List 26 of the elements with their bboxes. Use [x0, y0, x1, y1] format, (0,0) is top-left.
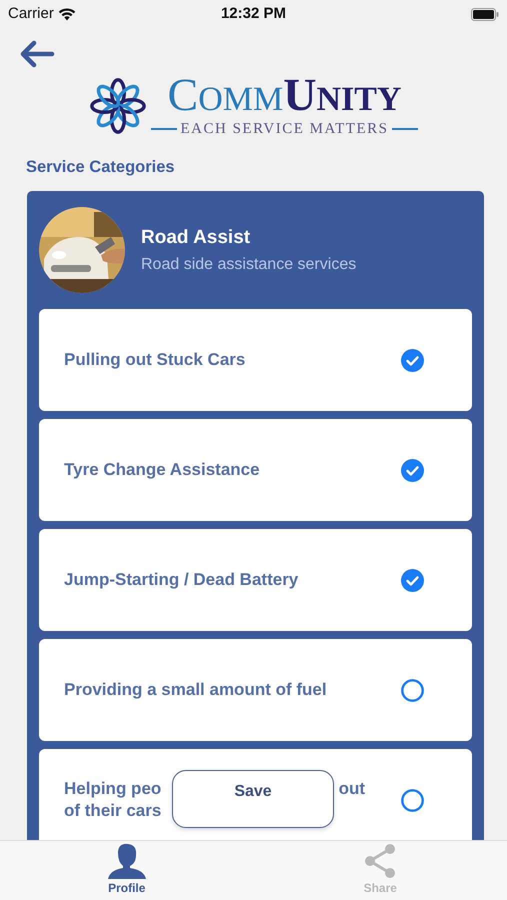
service-option[interactable]: Pulling out Stuck Cars: [39, 309, 472, 412]
service-label: Jump-Starting / Dead Battery: [64, 569, 300, 592]
section-title: Service Categories: [26, 156, 176, 178]
category-title: Road Assist: [141, 226, 252, 250]
service-option[interactable]: Tyre Change Assistance: [39, 419, 472, 522]
logo-wordmark: UNITY: [283, 72, 402, 118]
battery-icon: [471, 8, 499, 20]
clock-time: 12:32 PM: [220, 4, 286, 22]
logo-tagline: EACH SERVICE MATTERS: [180, 120, 388, 139]
service-label: Pulling out Stuck Cars: [64, 349, 246, 372]
tab-item[interactable]: Profile: [46, 841, 207, 900]
person-icon: [108, 843, 146, 879]
carrier-label: Carrier: [8, 4, 54, 24]
save-button[interactable]: Save: [172, 770, 334, 828]
service-option[interactable]: Jump-Starting / Dead Battery: [39, 529, 472, 632]
wifi-icon: [58, 8, 76, 20]
logo-wordmark: COMM: [168, 72, 284, 118]
category-subtitle: Road side assistance services: [141, 254, 356, 274]
logo-knot-icon: [88, 77, 146, 136]
service-label: Providing a small amount of fuel: [64, 679, 328, 702]
service-label: Helping peo: [64, 778, 162, 800]
service-option[interactable]: Providing a small amount of fuel: [39, 639, 472, 742]
service-label: Tyre Change Assistance: [64, 459, 261, 482]
back-button[interactable]: [18, 38, 56, 70]
service-label: out: [338, 778, 365, 800]
service-label: of their cars: [64, 800, 162, 822]
